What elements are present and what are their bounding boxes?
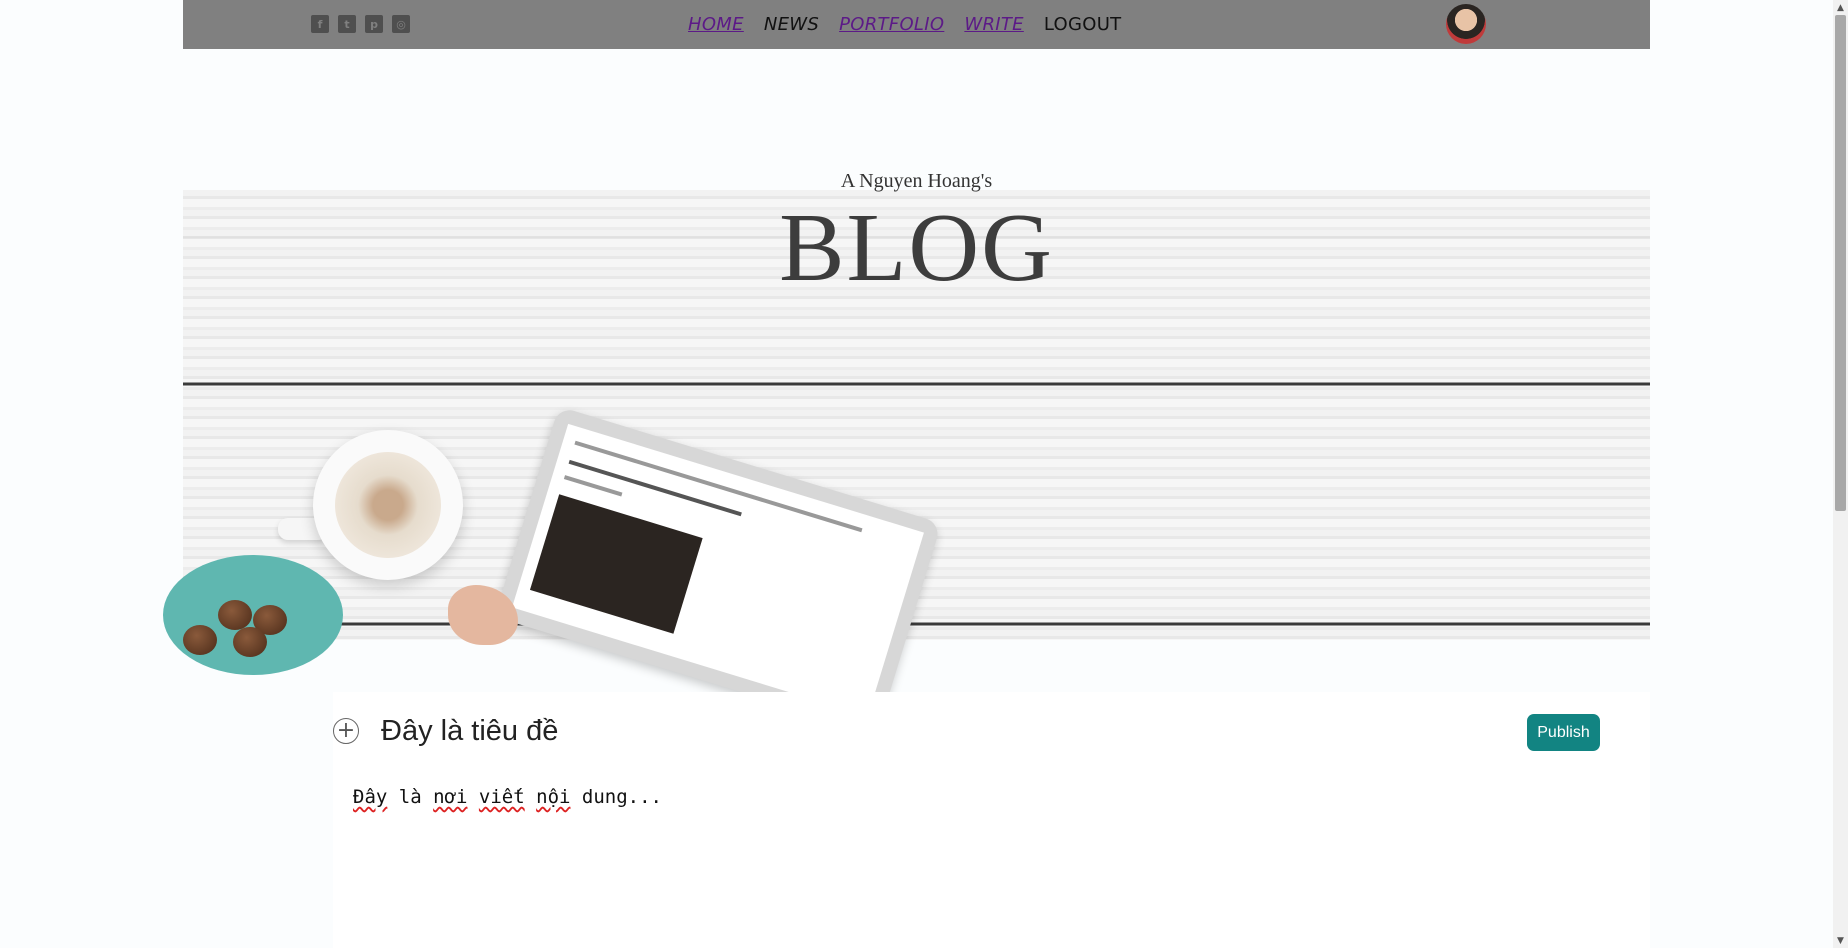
vertical-scrollbar[interactable]: ▲ ▼ — [1833, 0, 1848, 948]
plus-icon: + — [336, 718, 356, 743]
pinterest-icon[interactable]: p — [365, 15, 383, 33]
nav-write-link[interactable]: WRITE — [964, 14, 1023, 35]
tablet-device — [494, 406, 942, 734]
nav-logout-link[interactable]: LOGOUT — [1044, 14, 1122, 35]
social-links: f t p ◎ — [311, 15, 410, 33]
scroll-thumb[interactable] — [1835, 15, 1846, 511]
coffee-cup — [313, 430, 463, 580]
nav-home-link[interactable]: HOME — [688, 14, 744, 35]
nav-news-link[interactable]: NEWS — [764, 14, 819, 35]
facebook-icon[interactable]: f — [311, 15, 329, 33]
post-title-input[interactable] — [379, 710, 1283, 752]
blog-title: BLOG — [779, 194, 1054, 302]
user-avatar[interactable] — [1446, 4, 1486, 44]
nav-links: HOME NEWS PORTFOLIO WRITE LOGOUT — [688, 0, 1141, 49]
top-navbar: f t p ◎ HOME NEWS PORTFOLIO WRITE LOGOUT — [183, 0, 1650, 49]
dessert-plate — [163, 555, 343, 675]
post-content-editor[interactable]: Đây là nơi viết nội dung... — [353, 786, 1553, 808]
twitter-icon[interactable]: t — [338, 15, 356, 33]
nav-portfolio-link[interactable]: PORTFOLIO — [839, 14, 944, 35]
scroll-down-arrow-icon[interactable]: ▼ — [1833, 933, 1848, 948]
blog-subtitle: A Nguyen Hoang's — [840, 170, 993, 192]
page: f t p ◎ HOME NEWS PORTFOLIO WRITE LOGOUT — [163, 0, 1650, 948]
publish-button[interactable]: Publish — [1527, 714, 1600, 751]
scroll-up-arrow-icon[interactable]: ▲ — [1833, 0, 1848, 15]
instagram-icon[interactable]: ◎ — [392, 15, 410, 33]
add-block-button[interactable]: + — [333, 718, 359, 744]
